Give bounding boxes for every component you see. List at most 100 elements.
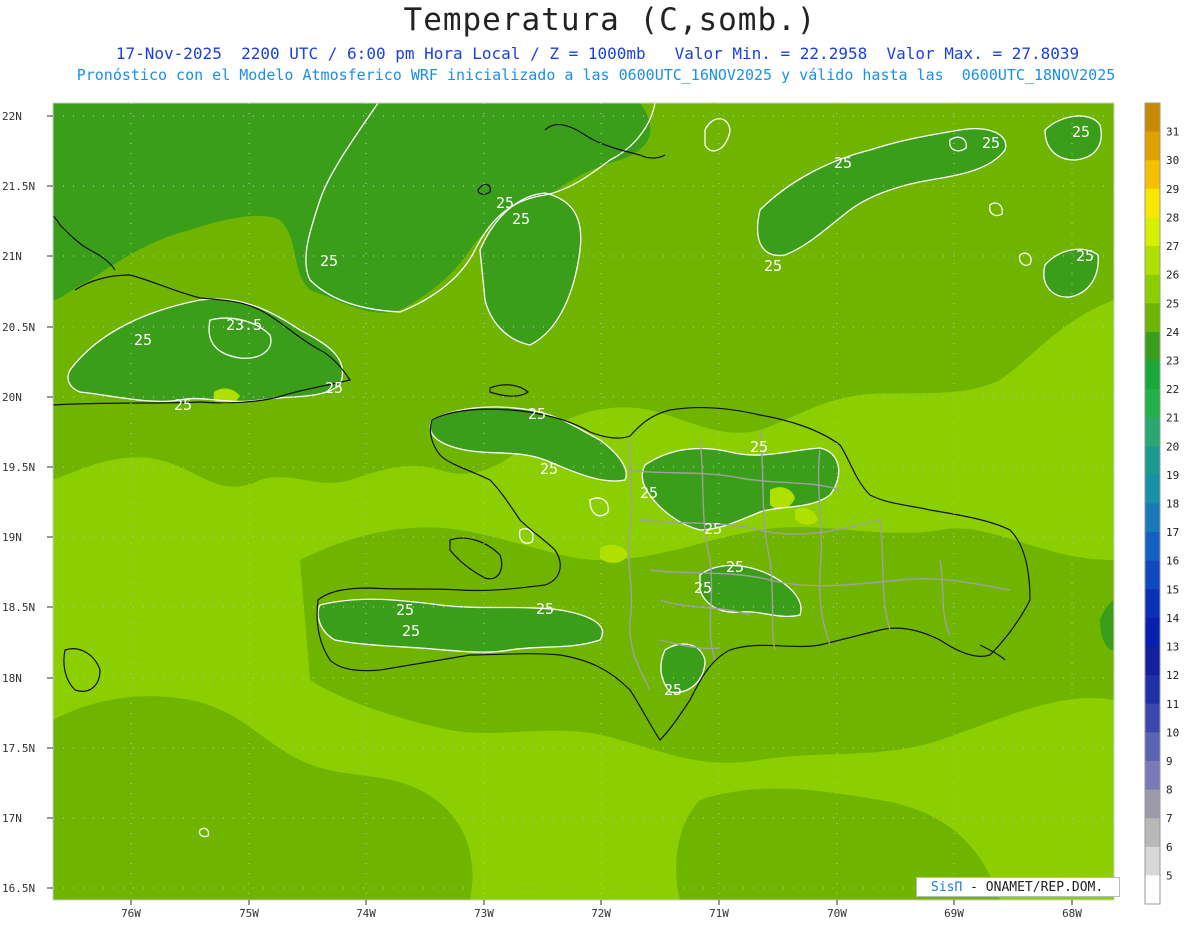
colorbar-label: 8 [1166, 784, 1173, 797]
colorbar-swatch [1145, 103, 1160, 133]
lat-tick-label: 18.5N [2, 601, 35, 614]
colorbar-label: 26 [1166, 269, 1179, 282]
colorbar-label: 15 [1166, 583, 1179, 596]
colorbar-label: 11 [1166, 698, 1179, 711]
lat-tick-label: 16.5N [2, 882, 35, 895]
lat-tick-label: 17.5N [2, 742, 35, 755]
lon-tick-label: 71W [709, 907, 729, 920]
lat-tick-label: 21.5N [2, 180, 35, 193]
lon-tick-label: 68W [1062, 907, 1082, 920]
contour-label: 25 [664, 681, 682, 699]
colorbar-swatch [1145, 389, 1160, 419]
colorbar-label: 5 [1166, 869, 1173, 882]
contour-label: 25 [726, 558, 744, 576]
contour-label: 25 [134, 331, 152, 349]
colorbar-label: 19 [1166, 469, 1179, 482]
colorbar-label: 22 [1166, 383, 1179, 396]
colorbar-swatch [1145, 560, 1160, 590]
colorbar-swatch [1145, 360, 1160, 390]
colorbar-label: 13 [1166, 641, 1179, 654]
colorbar-swatch [1145, 131, 1160, 161]
lat-tick-label: 22N [2, 110, 22, 123]
colorbar-label: 10 [1166, 726, 1179, 739]
lat-tick-label: 21N [2, 250, 22, 263]
colorbar-swatch [1145, 303, 1160, 333]
colorbar-label: 9 [1166, 755, 1173, 768]
colorbar-swatch [1145, 732, 1160, 762]
colorbar-label: 12 [1166, 669, 1179, 682]
colorbar-swatch [1145, 675, 1160, 705]
colorbar-label: 29 [1166, 183, 1179, 196]
contour-label: 25 [694, 579, 712, 597]
contour-label: 25 [1076, 247, 1094, 265]
colorbar-swatch [1145, 818, 1160, 848]
lon-tick-label: 70W [827, 907, 847, 920]
colorbar-swatch [1145, 760, 1160, 791]
colorbar-label: 6 [1166, 841, 1173, 854]
colorbar-label: 7 [1166, 812, 1173, 825]
colorbar-label: 20 [1166, 440, 1179, 453]
colorbar-label: 16 [1166, 555, 1179, 568]
colorbar-label: 14 [1166, 612, 1180, 625]
colorbar-label: 23 [1166, 354, 1179, 367]
contour-label: 25 [1072, 123, 1090, 141]
lat-tick-label: 20N [2, 391, 22, 404]
colorbar-swatch [1145, 246, 1160, 276]
lon-tick-label: 69W [944, 907, 964, 920]
colorbar-swatch [1145, 875, 1160, 905]
colorbar-swatch [1145, 789, 1160, 819]
colorbar: 31 30 29 28 27 26 25 24 23 22 21 20 19 18 17 16 15 14 13 12… [1144, 102, 1180, 905]
colorbar-swatch [1145, 446, 1160, 476]
contour-label: 25 [764, 257, 782, 275]
contour-label: 25 [325, 379, 343, 397]
contour-label: 25 [704, 520, 722, 538]
lon-axis: 76W 75W 74W 73W 72W 71W 70W 69W 68W [121, 900, 1082, 920]
colorbar-swatch [1145, 617, 1160, 648]
lon-tick-label: 74W [356, 907, 376, 920]
contour-label: 25 [540, 460, 558, 478]
colorbar-swatch [1145, 331, 1160, 361]
contour-label: 25 [536, 600, 554, 618]
contour-label: 25 [512, 210, 530, 228]
colorbar-swatch [1145, 589, 1160, 619]
contour-label: 25 [174, 396, 192, 414]
colorbar-swatch [1145, 274, 1160, 304]
contour-label: 23.5 [226, 316, 262, 334]
colorbar-label: 24 [1166, 326, 1180, 339]
colorbar-swatch [1145, 474, 1160, 504]
credit-text: - ONAMET/REP.DOM. [962, 880, 1104, 895]
colorbar-label: 25 [1166, 297, 1179, 310]
temperature-map: 25 25 25 25 23.5 25 25 25 25 25 25 25 25… [2, 102, 1180, 920]
colorbar-label: 28 [1166, 211, 1179, 224]
lon-tick-label: 73W [474, 907, 494, 920]
colorbar-swatch [1145, 503, 1160, 533]
colorbar-label: 18 [1166, 498, 1179, 511]
contour-label: 25 [320, 252, 338, 270]
lon-tick-label: 75W [239, 907, 259, 920]
colorbar-label: 21 [1166, 412, 1179, 425]
contour-label: 25 [396, 601, 414, 619]
contour-label: 25 [750, 438, 768, 456]
colorbar-swatch [1145, 846, 1160, 876]
lat-tick-label: 17N [2, 812, 22, 825]
contour-label: 25 [402, 622, 420, 640]
colorbar-swatch [1145, 217, 1160, 247]
colorbar-label: 17 [1166, 526, 1179, 539]
colorbar-swatch [1145, 188, 1160, 218]
colorbar-label: 27 [1166, 240, 1179, 253]
credit-box: SisΠ - ONAMET/REP.DOM. [916, 877, 1120, 897]
lon-tick-label: 72W [591, 907, 611, 920]
colorbar-swatch [1145, 160, 1160, 190]
contour-label: 25 [640, 484, 658, 502]
colorbar-label: 31 [1166, 126, 1179, 139]
lat-tick-label: 19.5N [2, 461, 35, 474]
lon-tick-label: 76W [121, 907, 141, 920]
lat-tick-label: 18N [2, 672, 22, 685]
lat-axis: 22N 21.5N 21N 20.5N 20N 19.5N 19N 18.5N … [2, 110, 53, 895]
colorbar-swatch [1145, 646, 1160, 676]
colorbar-swatch [1145, 703, 1160, 733]
contour-label: 25 [528, 405, 546, 423]
colorbar-swatch [1145, 532, 1160, 562]
lat-tick-label: 19N [2, 531, 22, 544]
colorbar-swatch [1145, 417, 1160, 447]
